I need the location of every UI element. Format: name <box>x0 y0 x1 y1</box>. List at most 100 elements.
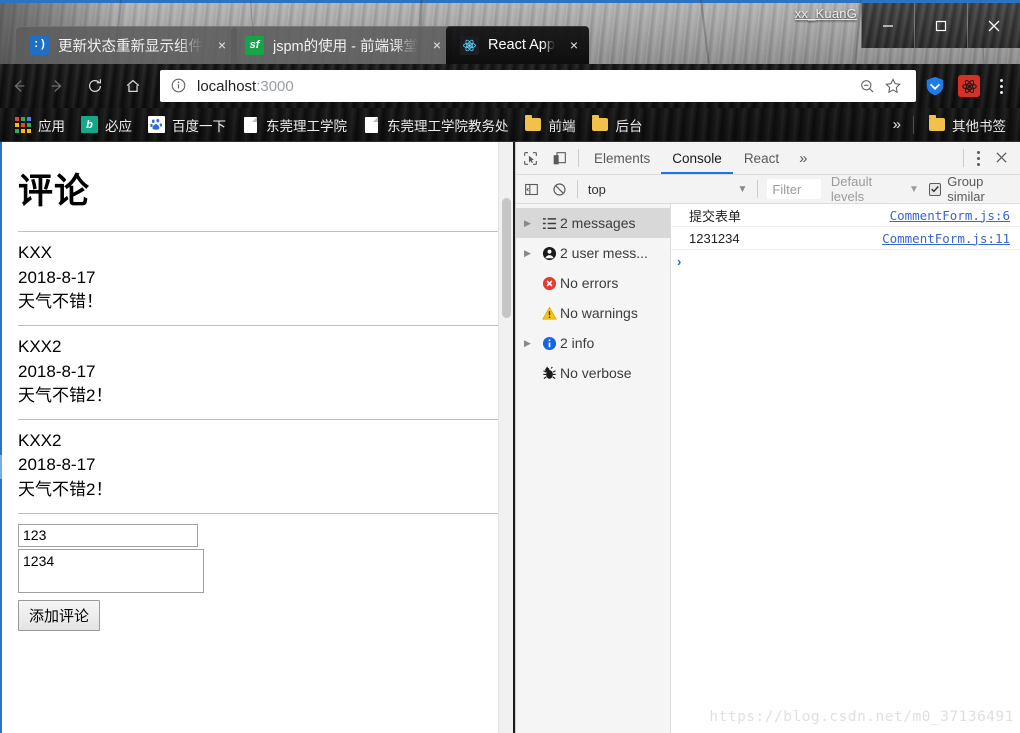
clear-console-icon[interactable] <box>545 175 572 203</box>
star-icon[interactable] <box>880 73 906 99</box>
device-toolbar-icon[interactable] <box>545 144 574 172</box>
bookmark-label: 后台 <box>615 118 643 134</box>
console-message-row[interactable]: 1231234 CommentForm.js:11 <box>671 227 1020 250</box>
chevron-right-icon[interactable]: ▶ <box>524 248 538 259</box>
person-icon <box>538 246 560 261</box>
comment-author-input[interactable] <box>18 523 198 547</box>
bookmark-other-bookmarks[interactable]: 其他书签 <box>920 112 1014 138</box>
tab-close-icon[interactable]: × <box>565 36 583 54</box>
chevron-right-icon[interactable]: ▶ <box>524 218 538 229</box>
url-port: :3000 <box>256 77 294 95</box>
react-devtools-extension-icon[interactable] <box>954 71 984 101</box>
sidebar-item-info[interactable]: ▶ 2 info <box>516 328 670 358</box>
bookmark-bing[interactable]: b 必应 <box>73 112 140 138</box>
profile-name[interactable]: xx_KuanG <box>795 6 857 21</box>
browser-tab-3-active[interactable]: React App × <box>446 26 589 64</box>
comment-form: 1234 添加评论 <box>18 514 505 631</box>
tab-title: jspm的使用 - 前端课堂 <box>273 38 418 55</box>
tab-react[interactable]: React <box>733 142 790 174</box>
page-viewport: 评论 KXX 2018-8-17 天气不错！ KXX2 2018-8-17 天气… <box>2 142 513 733</box>
bookmark-folder-backend[interactable]: 后台 <box>584 112 651 138</box>
sidebar-item-errors[interactable]: No errors <box>516 268 670 298</box>
console-message-source-link[interactable]: CommentForm.js:11 <box>882 231 1020 246</box>
url-host: localhost <box>197 77 257 95</box>
comment-text: 天气不错2！ <box>18 480 113 500</box>
folder-icon <box>928 115 945 133</box>
tab-console[interactable]: Console <box>661 142 733 174</box>
sidebar-item-verbose[interactable]: No verbose <box>516 358 670 388</box>
page-icon <box>363 116 380 133</box>
forward-button[interactable] <box>38 67 76 105</box>
devtools-divider <box>757 180 759 198</box>
bookmark-baidu[interactable]: 百度一下 <box>140 112 234 138</box>
maximize-button[interactable] <box>914 3 967 48</box>
bookmark-apps[interactable]: 应用 <box>6 112 73 138</box>
sidebar-item-messages[interactable]: ▶ 2 messages <box>516 208 670 238</box>
console-log-levels-select[interactable]: Default levels ▼ <box>831 174 919 204</box>
console-output[interactable]: 提交表单 CommentForm.js:6 1231234 CommentFor… <box>671 204 1020 733</box>
tencent-shield-extension-icon[interactable] <box>920 71 950 101</box>
chrome-menu-button[interactable] <box>988 71 1014 101</box>
devtools-more-tabs-icon[interactable]: » <box>790 150 816 167</box>
browser-tab-2[interactable]: sf jspm的使用 - 前端课堂 × <box>231 26 452 64</box>
console-levels-label: Default levels <box>830 174 873 204</box>
devtools-right-controls <box>959 149 1020 167</box>
comment-item: KXX 2018-8-17 天气不错！ <box>18 232 505 325</box>
page-icon <box>242 116 259 133</box>
bookmarks-overflow-button[interactable]: » <box>887 116 907 133</box>
back-button[interactable] <box>0 67 38 105</box>
console-context-select[interactable]: top ▼ <box>588 179 754 200</box>
console-prompt[interactable]: › <box>671 250 1020 272</box>
tab-title: 更新状态重新显示组件 <box>58 38 203 55</box>
tab-strip: :) 更新状态重新显示组件 × sf jspm的使用 - 前端课堂 × Reac… <box>16 22 589 64</box>
address-bar[interactable]: localhost:3000 <box>160 70 916 102</box>
tab-elements[interactable]: Elements <box>583 142 661 174</box>
sidebar-item-label: 2 messages <box>560 215 636 231</box>
console-message-row[interactable]: 提交表单 CommentForm.js:6 <box>671 204 1020 227</box>
zoom-out-icon[interactable] <box>854 73 880 99</box>
smiley-blue-icon: :) <box>30 35 49 55</box>
bookmark-dgut[interactable]: 东莞理工学院 <box>234 112 355 138</box>
page-title: 评论 <box>18 172 91 211</box>
browser-tab-1[interactable]: :) 更新状态重新显示组件 × <box>16 26 237 64</box>
devtools-close-icon[interactable] <box>989 150 1014 167</box>
reload-button[interactable] <box>76 67 114 105</box>
list-icon <box>538 216 560 231</box>
baidu-icon <box>148 116 165 133</box>
segmentfault-icon: sf <box>245 35 264 55</box>
devtools-divider <box>576 180 578 198</box>
page-scrollbar-thumb[interactable] <box>502 198 511 318</box>
group-similar-checkbox[interactable] <box>928 182 942 196</box>
group-similar-toggle[interactable]: Group similar <box>928 174 1020 204</box>
window-controls <box>861 3 1020 48</box>
console-body: ▶ 2 messages ▶ 2 user mess... No errors … <box>516 204 1020 733</box>
devtools-menu-icon[interactable] <box>968 150 989 166</box>
console-toolbar: top ▼ Filter Default levels ▼ Group simi… <box>516 174 1020 204</box>
bookmark-dgut-jwc[interactable]: 东莞理工学院教务处 <box>355 112 517 138</box>
close-button[interactable] <box>967 3 1020 48</box>
tab-close-icon[interactable]: × <box>428 36 446 54</box>
comment-date: 2018-8-17 <box>18 361 96 381</box>
error-icon <box>538 276 560 291</box>
bookmark-folder-frontend[interactable]: 前端 <box>517 112 584 138</box>
home-button[interactable] <box>114 67 152 105</box>
inspect-element-icon[interactable] <box>516 144 545 172</box>
chevron-right-icon[interactable]: ▶ <box>524 338 538 349</box>
bookmarks-bar: 应用 b 必应 百度一下 东莞理工学院 东莞理工学院教务处 前端 后台 » 其他… <box>0 108 1020 142</box>
comment-text: 天气不错2！ <box>18 386 113 406</box>
info-icon[interactable] <box>170 77 188 95</box>
sidebar-item-label: No verbose <box>560 365 632 381</box>
page-scrollbar[interactable] <box>498 142 513 733</box>
add-comment-button[interactable]: 添加评论 <box>18 599 101 631</box>
console-message-source-link[interactable]: CommentForm.js:6 <box>890 208 1020 223</box>
console-sidebar-toggle-icon[interactable] <box>518 175 545 203</box>
console-message-text: 提交表单 <box>689 208 742 224</box>
sidebar-item-user-messages[interactable]: ▶ 2 user mess... <box>516 238 670 268</box>
devtools-divider <box>963 149 964 167</box>
folder-icon <box>525 115 542 133</box>
tab-close-icon[interactable]: × <box>213 36 231 54</box>
sidebar-item-warnings[interactable]: No warnings <box>516 298 670 328</box>
comment-text-textarea[interactable]: 1234 <box>18 548 204 593</box>
minimize-button[interactable] <box>861 3 914 48</box>
console-filter-input[interactable]: Filter <box>767 179 821 199</box>
